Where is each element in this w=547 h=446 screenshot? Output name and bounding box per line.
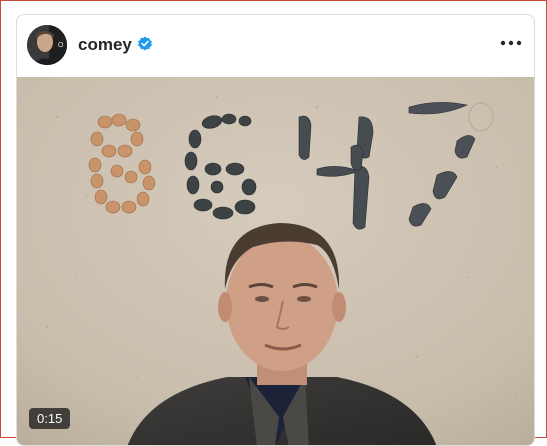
- post-card: O comey 0:15: [16, 14, 535, 446]
- avatar[interactable]: O: [27, 25, 67, 65]
- svg-text:O: O: [58, 42, 64, 49]
- verified-badge-icon: [138, 36, 152, 51]
- video-duration-badge: 0:15: [29, 408, 71, 429]
- profile-photo-icon: O: [27, 25, 67, 65]
- post-header: O comey: [17, 15, 534, 77]
- video-frame: [17, 77, 534, 445]
- video-player[interactable]: 0:15: [17, 77, 534, 445]
- more-options-icon[interactable]: [498, 33, 524, 53]
- username[interactable]: comey: [78, 35, 132, 55]
